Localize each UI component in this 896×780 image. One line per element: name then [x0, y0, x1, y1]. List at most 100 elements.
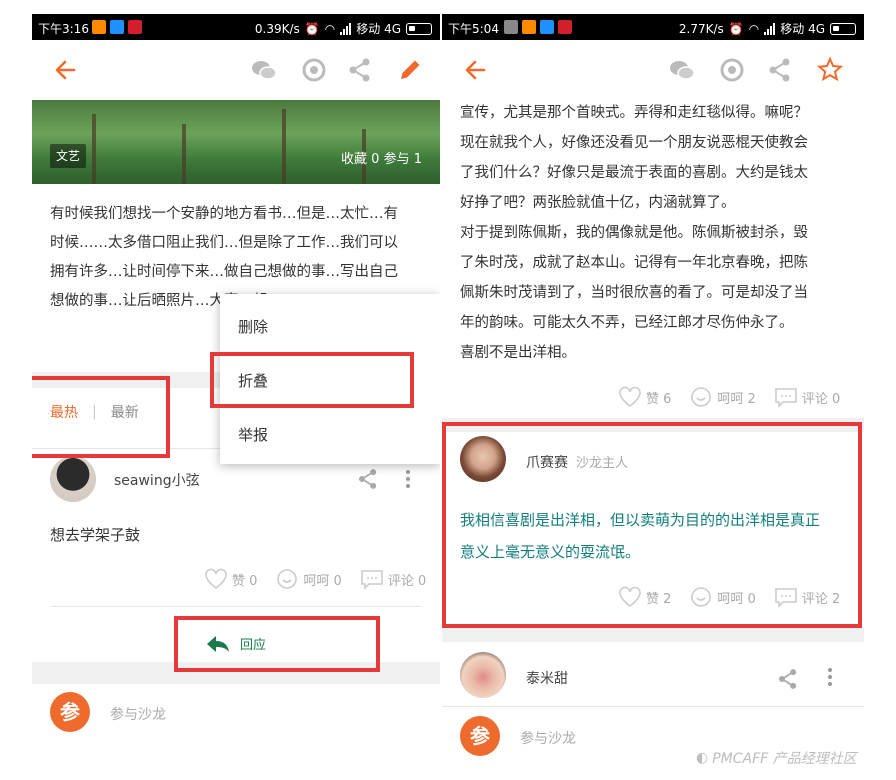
more-options-icon[interactable]	[828, 668, 832, 689]
like-count: 赞 2	[646, 591, 672, 607]
join-salon-bar[interactable]: 参 参与沙龙	[32, 684, 440, 740]
sort-tabs: 最热 | 最新	[50, 402, 139, 422]
join-badge-icon: 参	[460, 716, 500, 756]
more-options-icon[interactable]	[406, 470, 410, 491]
star-icon[interactable]	[816, 56, 844, 84]
watermark-text: PMCAFF 产品经理社区	[712, 751, 857, 767]
alarm-icon: ⏰	[728, 21, 744, 36]
heart-icon	[619, 586, 641, 607]
section-divider	[442, 628, 864, 642]
pmcaff-logo-icon: ◐	[696, 750, 709, 766]
category-tag: 文艺	[50, 144, 86, 168]
app-notification-icon	[540, 20, 554, 34]
sort-hot-tab[interactable]: 最热	[50, 402, 78, 422]
edit-pencil-icon[interactable]	[396, 56, 424, 84]
comment-count: 评论 0	[387, 573, 427, 589]
reply-arrow-icon	[207, 635, 229, 652]
cover-stats: 收藏 0 参与 1	[341, 152, 422, 167]
join-badge-icon: 参	[50, 692, 90, 732]
left-screen: 下午3:16 0.39K/s ⏰ ◠ 移动 4G 文艺 收藏 0 参与 1 有时…	[32, 14, 440, 780]
comment-button[interactable]: 评论 0	[774, 386, 840, 408]
join-salon-label: 参与沙龙	[520, 731, 576, 747]
article-line: 现在就我个人，好像还没看见一个朋友说恶棍天使教会	[460, 135, 808, 151]
comment-text: 我相信喜剧是出洋相，但以卖萌为目的的出洋相是真正 意义上毫无意义的耍流氓。	[460, 504, 850, 568]
comment-line: 意义上毫无意义的耍流氓。	[460, 543, 641, 561]
comment-bubble-icon	[361, 570, 383, 590]
carrier-label: 移动 4G	[780, 22, 825, 36]
share-icon[interactable]	[776, 666, 800, 692]
comment-line: 我相信喜剧是出洋相，但以卖萌为目的的出洋相是真正	[460, 511, 821, 529]
comment-actions: 赞 2 呵呵 0 评论 2	[618, 586, 840, 608]
status-right: 0.39K/s ⏰ ◠ 移动 4G	[255, 20, 432, 37]
avatar[interactable]	[460, 436, 506, 482]
comment-username[interactable]: seawing小弦	[114, 470, 200, 490]
username-text: 爪赛赛	[526, 455, 568, 471]
description-line: 有时候我们想找一个安静的地方看书…但是…太忙…有	[50, 206, 398, 222]
action-bar	[442, 40, 864, 100]
divider	[442, 706, 864, 707]
haha-count: 呵呵 0	[303, 573, 342, 589]
carrier-label: 移动 4G	[356, 22, 401, 36]
menu-item-report[interactable]: 举报	[238, 424, 268, 445]
menu-item-delete[interactable]: 删除	[238, 316, 268, 337]
like-button[interactable]: 赞 6	[618, 386, 671, 408]
like-button[interactable]: 赞 2	[618, 586, 671, 608]
moments-icon[interactable]	[300, 56, 328, 84]
avatar[interactable]	[460, 652, 506, 698]
wechat-icon[interactable]	[668, 56, 696, 84]
share-icon[interactable]	[346, 56, 374, 84]
signal-icon	[764, 22, 776, 35]
back-arrow-icon[interactable]	[52, 56, 80, 84]
article-line: 了朱时茂，成就了赵本山。记得有一年北京春晚，把陈	[460, 255, 808, 271]
status-bar: 下午3:16 0.39K/s ⏰ ◠ 移动 4G	[32, 14, 440, 40]
haha-button[interactable]: 呵呵 2	[689, 386, 756, 408]
comment-button[interactable]: 评论 2	[774, 586, 840, 608]
comment-text: 想去学架子鼓	[50, 526, 141, 544]
back-arrow-icon[interactable]	[462, 56, 490, 84]
signal-icon	[340, 22, 352, 35]
comment-bubble-icon	[775, 588, 797, 608]
status-time: 下午3:16	[38, 22, 89, 36]
avatar[interactable]	[50, 456, 96, 502]
watermark: ◐ PMCAFF 产品经理社区	[696, 748, 857, 768]
haha-button[interactable]: 呵呵 0	[689, 586, 756, 608]
comment-count: 评论 2	[801, 591, 841, 607]
haha-button[interactable]: 呵呵 0	[275, 568, 342, 590]
app-notification-icon	[504, 20, 518, 34]
comment-username[interactable]: 爪赛赛 沙龙主人	[526, 452, 628, 472]
app-notification-icon	[522, 20, 536, 34]
share-icon[interactable]	[766, 56, 794, 84]
sort-new-tab[interactable]: 最新	[111, 402, 139, 422]
comment-bubble-icon	[775, 388, 797, 408]
reply-button[interactable]: 回应	[206, 634, 266, 653]
right-screen: 下午5:04 2.77K/s ⏰ ◠ 移动 4G 宣传，尤其是那个首映式。弄得和…	[442, 14, 864, 780]
comment-actions: 赞 0 呵呵 0 评论 0	[204, 568, 426, 590]
menu-item-fold[interactable]: 折叠	[238, 370, 268, 391]
article-line: 了我们什么？好像只是最流于表面的喜剧。大约是钱太	[460, 165, 808, 181]
alarm-icon: ⏰	[304, 21, 320, 36]
moments-icon[interactable]	[718, 56, 746, 84]
article-line: 年的韵味。可能太久不弄，已经江郎才尽伤仲永了。	[460, 315, 794, 331]
sort-separator: |	[92, 404, 97, 420]
heart-icon	[205, 568, 227, 589]
next-username[interactable]: 泰米甜	[526, 668, 568, 688]
like-count: 赞 0	[232, 573, 258, 589]
article-body: 宣传，尤其是那个首映式。弄得和走红毯似得。嘛呢？ 现在就我个人，好像还没看见一个…	[460, 98, 860, 368]
wifi-icon: ◠	[324, 21, 336, 36]
status-bar: 下午5:04 2.77K/s ⏰ ◠ 移动 4G	[442, 14, 864, 40]
app-notification-icon	[128, 20, 142, 34]
wechat-icon[interactable]	[250, 56, 278, 84]
description-line: 拥有许多…让时间停下来…做自己想做的事…写出自己	[50, 264, 398, 280]
action-bar	[32, 40, 440, 100]
comment-button[interactable]: 评论 0	[360, 568, 426, 590]
network-speed: 0.39K/s	[254, 21, 300, 36]
join-salon-label: 参与沙龙	[110, 707, 166, 723]
section-divider	[442, 418, 864, 432]
reply-label: 回应	[240, 638, 267, 653]
article-line: 佩斯朱时茂请到了，当时很欣喜的看了。可是却没了当	[460, 285, 808, 301]
status-right: 2.77K/s ⏰ ◠ 移动 4G	[679, 20, 856, 37]
like-button[interactable]: 赞 0	[204, 568, 257, 590]
share-icon[interactable]	[356, 466, 380, 492]
article-line: 宣传，尤其是那个首映式。弄得和走红毯似得。嘛呢？	[460, 105, 808, 121]
app-notification-icon	[92, 20, 106, 34]
